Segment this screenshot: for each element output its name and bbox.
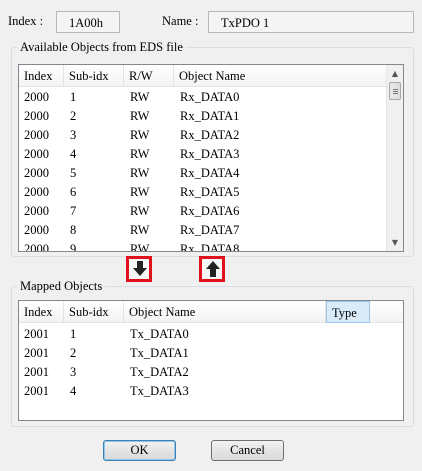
available-objects-title: Available Objects from EDS file [17, 40, 186, 55]
col-object-name[interactable]: Object Name [124, 301, 326, 323]
scroll-down-icon[interactable]: ▼ [387, 234, 403, 251]
col-object-name[interactable]: Object Name [174, 65, 388, 87]
cell-object-name: Rx_DATA0 [180, 90, 240, 104]
list-item[interactable]: 2000 2 RW Rx_DATA1 [19, 107, 403, 126]
cell-object-name: Rx_DATA3 [180, 147, 240, 161]
mapped-list-header: Index Sub-idx Object Name Type [19, 301, 403, 323]
table-row[interactable]: 2001 2 Tx_DATA1 [19, 344, 403, 363]
cancel-button[interactable]: Cancel [211, 440, 284, 461]
cell-subidx: 2 [70, 346, 77, 360]
map-object-button[interactable] [126, 256, 152, 282]
cell-rw: RW [130, 223, 150, 237]
col-type[interactable]: Type [326, 301, 370, 323]
table-row[interactable]: 2001 4 Tx_DATA3 [19, 382, 403, 401]
cell-index: 2000 [24, 185, 49, 199]
cell-index: 2000 [24, 128, 49, 142]
list-item[interactable]: 2000 1 RW Rx_DATA0 [19, 88, 403, 107]
list-item[interactable]: 2000 5 RW Rx_DATA4 [19, 164, 403, 183]
list-item[interactable]: 2000 7 RW Rx_DATA6 [19, 202, 403, 221]
cell-object-name: Rx_DATA5 [180, 185, 240, 199]
col-index[interactable]: Index [19, 65, 64, 87]
col-subidx[interactable]: Sub-idx [64, 301, 124, 323]
cell-index: 2001 [24, 327, 49, 341]
cell-index: 2000 [24, 242, 49, 252]
cell-subidx: 4 [70, 147, 77, 161]
mapped-objects-list[interactable]: Index Sub-idx Object Name Type 2001 1 Tx… [18, 300, 404, 421]
col-subidx[interactable]: Sub-idx [64, 65, 124, 87]
cell-object-name: Rx_DATA4 [180, 166, 240, 180]
cell-index: 2000 [24, 166, 49, 180]
cell-subidx: 7 [70, 204, 77, 218]
list-item[interactable]: 2000 6 RW Rx_DATA5 [19, 183, 403, 202]
name-label: Name : [162, 14, 199, 28]
cell-index: 2000 [24, 147, 49, 161]
cell-subidx: 3 [70, 365, 77, 379]
cell-object-name: Rx_DATA6 [180, 204, 240, 218]
cell-object-name: Rx_DATA2 [180, 128, 240, 142]
cancel-label: Cancel [230, 443, 265, 457]
mapped-objects-title: Mapped Objects [17, 279, 106, 294]
table-row[interactable]: 2001 1 Tx_DATA0 [19, 325, 403, 344]
cell-index: 2001 [24, 365, 49, 379]
list-item[interactable]: 2000 8 RW Rx_DATA7 [19, 221, 403, 240]
ok-label: OK [130, 443, 149, 457]
cell-object-name: Rx_DATA8 [180, 242, 240, 252]
cell-subidx: 3 [70, 128, 77, 142]
cell-subidx: 1 [70, 327, 77, 341]
list-item[interactable]: 2000 3 RW Rx_DATA2 [19, 126, 403, 145]
table-row[interactable]: 2001 3 Tx_DATA2 [19, 363, 403, 382]
cell-subidx: 6 [70, 185, 77, 199]
cell-subidx: 5 [70, 166, 77, 180]
name-field: TxPDO 1 [208, 11, 414, 33]
cell-object-name: Tx_DATA1 [130, 346, 189, 360]
cell-subidx: 8 [70, 223, 77, 237]
scroll-thumb[interactable] [389, 82, 401, 100]
cell-index: 2000 [24, 90, 49, 104]
cell-object-name: Tx_DATA2 [130, 365, 189, 379]
index-field: 1A00h [56, 11, 120, 33]
cell-index: 2001 [24, 384, 49, 398]
cell-index: 2000 [24, 223, 49, 237]
ok-button[interactable]: OK [103, 440, 176, 461]
cell-object-name: Tx_DATA0 [130, 327, 189, 341]
col-rw[interactable]: R/W [124, 65, 174, 87]
cell-rw: RW [130, 166, 150, 180]
cell-object-name: Rx_DATA1 [180, 109, 240, 123]
col-index[interactable]: Index [19, 301, 64, 323]
cell-object-name: Rx_DATA7 [180, 223, 240, 237]
cell-rw: RW [130, 90, 150, 104]
arrow-down-icon [133, 261, 147, 276]
cell-rw: RW [130, 204, 150, 218]
cell-subidx: 1 [70, 90, 77, 104]
cell-rw: RW [130, 185, 150, 199]
cell-subidx: 9 [70, 242, 77, 252]
vertical-scrollbar[interactable]: ▲ ▼ [386, 65, 403, 251]
cell-index: 2001 [24, 346, 49, 360]
cell-rw: RW [130, 242, 150, 252]
cell-index: 2000 [24, 109, 49, 123]
arrow-up-icon [206, 261, 220, 277]
unmap-object-button[interactable] [199, 256, 225, 282]
cell-rw: RW [130, 109, 150, 123]
scroll-up-icon[interactable]: ▲ [387, 65, 403, 82]
cell-rw: RW [130, 147, 150, 161]
index-label: Index : [8, 14, 44, 28]
cell-rw: RW [130, 128, 150, 142]
available-objects-list[interactable]: Index Sub-idx R/W Object Name 2000 1 RW … [18, 64, 404, 252]
list-item[interactable]: 2000 9 RW Rx_DATA8 [19, 240, 403, 252]
cell-subidx: 4 [70, 384, 77, 398]
cell-object-name: Tx_DATA3 [130, 384, 189, 398]
cell-subidx: 2 [70, 109, 77, 123]
list-item[interactable]: 2000 4 RW Rx_DATA3 [19, 145, 403, 164]
available-list-header: Index Sub-idx R/W Object Name [19, 65, 403, 87]
cell-index: 2000 [24, 204, 49, 218]
